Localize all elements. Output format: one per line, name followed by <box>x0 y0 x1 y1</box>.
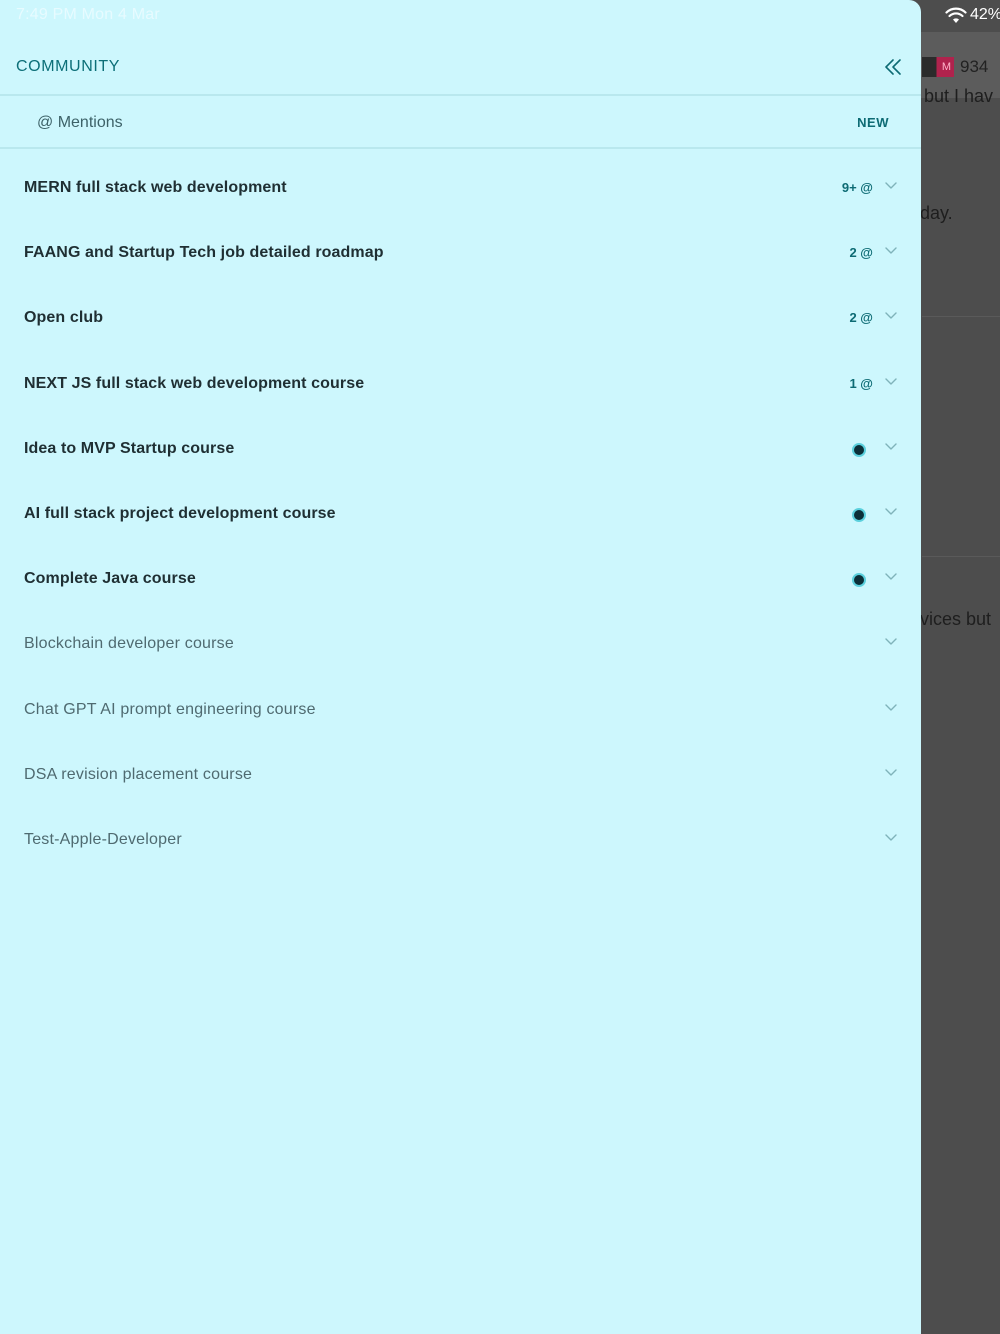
community-item[interactable]: Idea to MVP Startup course <box>0 417 921 482</box>
community-item[interactable]: AI full stack project development course <box>0 482 921 547</box>
score-count: 934 <box>960 57 989 76</box>
mention-count-badge: 2 @ <box>849 245 873 261</box>
mentions-divider <box>0 147 921 149</box>
community-item[interactable]: Open club 2 @ <box>0 286 921 351</box>
flag-icon: M <box>922 57 954 77</box>
community-item-label: AI full stack project development course <box>24 504 336 522</box>
community-item-label: Complete Java course <box>24 570 196 588</box>
community-item[interactable]: Complete Java course <box>0 547 921 612</box>
chevron-down-icon[interactable] <box>884 572 898 582</box>
community-item-label: NEXT JS full stack web development cours… <box>24 374 365 392</box>
drawer-title: COMMUNITY <box>16 58 121 75</box>
background-divider <box>922 316 1000 317</box>
community-item[interactable]: DSA revision placement course <box>0 743 921 808</box>
status-bar-time: 7:49 PM Mon 4 Mar <box>16 6 160 23</box>
community-item[interactable]: Blockchain developer course <box>0 612 921 677</box>
battery-percentage: 42% <box>970 6 1000 23</box>
community-item-label: Open club <box>24 309 104 327</box>
community-item[interactable]: NEXT JS full stack web development cours… <box>0 352 921 417</box>
community-drawer: COMMUNITY @ Mentions NEW MERN full stack… <box>0 0 921 1334</box>
background-score: M 934 <box>922 55 988 79</box>
background-snippet: vices but <box>920 609 992 629</box>
background-snippet: but I hav <box>924 86 994 106</box>
community-item-label: Test-Apple-Developer <box>24 830 182 848</box>
community-item-label: Chat GPT AI prompt engineering course <box>24 700 316 718</box>
wifi-icon <box>945 7 967 23</box>
mentions-label: @ Mentions <box>37 114 123 131</box>
community-item-label: DSA revision placement course <box>24 765 253 783</box>
background-divider <box>922 556 1000 557</box>
community-item-label: Idea to MVP Startup course <box>24 439 235 457</box>
chevron-down-icon[interactable] <box>884 833 898 843</box>
chevron-down-icon[interactable] <box>884 768 898 778</box>
community-item[interactable]: Chat GPT AI prompt engineering course <box>0 678 921 743</box>
community-item[interactable]: Test-Apple-Developer <box>0 808 921 873</box>
chevron-down-icon[interactable] <box>884 703 898 713</box>
chevron-down-icon[interactable] <box>884 377 898 387</box>
drawer-header: COMMUNITY <box>0 40 921 94</box>
background-snippet: day. <box>920 203 953 223</box>
mention-count-badge: 1 @ <box>849 375 873 391</box>
new-mentions-button[interactable]: NEW <box>857 115 889 130</box>
chevron-down-icon[interactable] <box>884 637 898 647</box>
chevron-down-icon[interactable] <box>884 181 898 191</box>
mention-count-badge: 9+ @ <box>841 180 873 195</box>
community-list: MERN full stack web development 9+ @ FAANG… <box>0 156 921 873</box>
header-divider <box>0 94 921 96</box>
community-item-label: MERN full stack web development <box>24 179 287 196</box>
unread-dot-icon <box>852 442 866 457</box>
mentions-row[interactable]: @ Mentions NEW <box>0 97 921 147</box>
double-chevron-left-icon[interactable] <box>884 58 902 76</box>
chevron-down-icon[interactable] <box>884 507 898 517</box>
community-item[interactable]: FAANG and Startup Tech job detailed road… <box>0 221 921 286</box>
chevron-down-icon[interactable] <box>884 442 898 452</box>
community-item[interactable]: MERN full stack web development 9+ @ <box>0 156 921 221</box>
chevron-down-icon[interactable] <box>884 246 898 256</box>
chevron-down-icon[interactable] <box>884 311 898 321</box>
unread-dot-icon <box>852 507 866 522</box>
mention-count-badge: 2 @ <box>849 310 873 326</box>
unread-dot-icon <box>852 573 866 588</box>
community-item-label: FAANG and Startup Tech job detailed road… <box>24 244 384 262</box>
community-item-label: Blockchain developer course <box>24 635 234 653</box>
